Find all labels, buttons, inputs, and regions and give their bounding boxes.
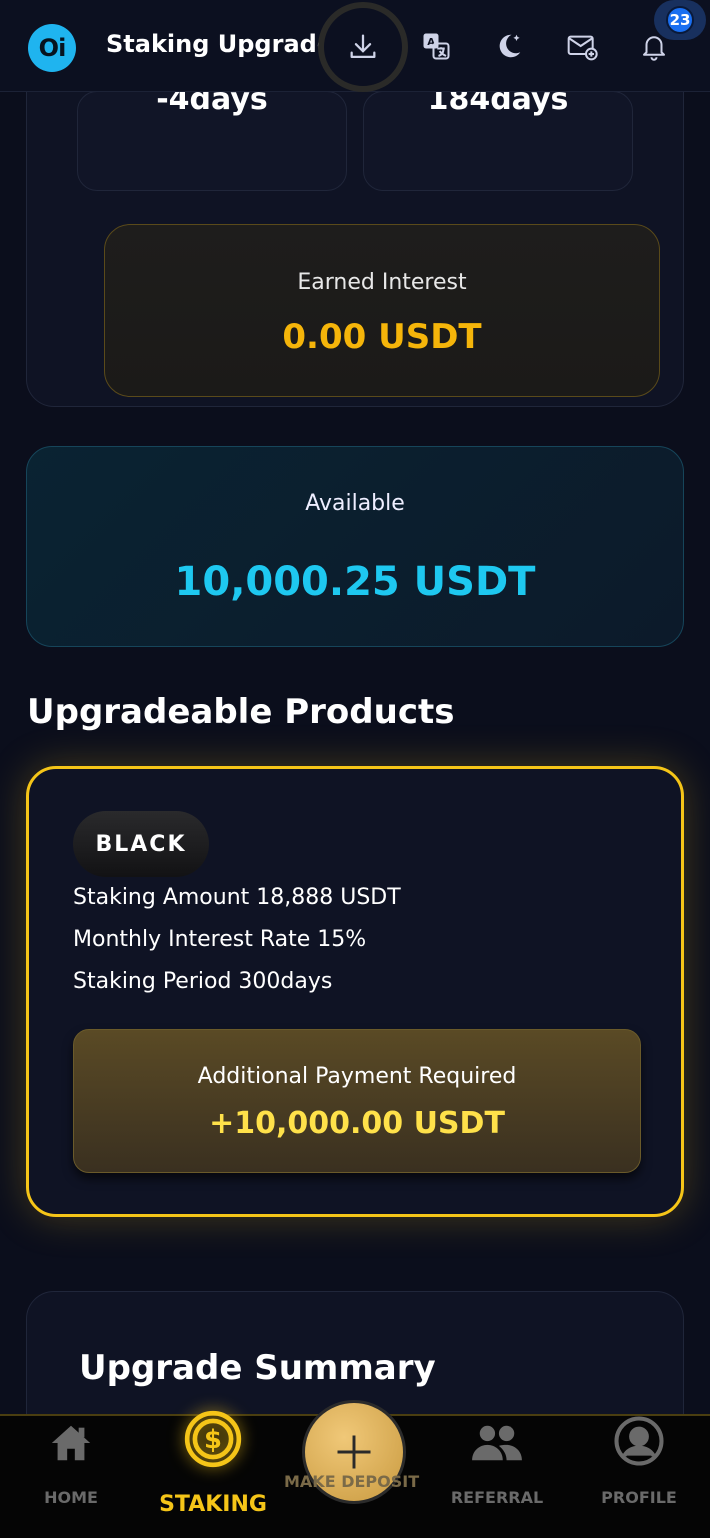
svg-text:$: $ <box>204 1425 222 1455</box>
make-deposit-label: MAKE DEPOSIT <box>284 1472 420 1491</box>
dollar-coin-icon: $ <box>184 1410 242 1468</box>
available-label: Available <box>305 491 405 516</box>
download-button[interactable] <box>318 2 408 92</box>
earned-interest-label: Earned Interest <box>297 270 467 295</box>
page-title: Staking Upgrade <box>106 30 334 58</box>
nav-referral[interactable]: REFERRAL <box>426 1416 568 1538</box>
nav-profile-label: PROFILE <box>601 1488 677 1507</box>
messages-button[interactable] <box>560 24 604 68</box>
nav-staking[interactable]: $ STAKING <box>142 1410 284 1538</box>
nav-profile[interactable]: PROFILE <box>568 1416 710 1538</box>
upgrade-summary-title: Upgrade Summary <box>79 1348 436 1388</box>
profile-icon <box>614 1416 664 1466</box>
app-logo[interactable]: Oi <box>28 24 76 72</box>
available-value: 10,000.25 USDT <box>174 559 536 605</box>
earned-interest-value: 0.00 USDT <box>282 317 482 357</box>
product-card-black[interactable]: BLACK Staking Amount 18,888 USDT Monthly… <box>26 766 684 1217</box>
upgradeable-products-title: Upgradeable Products <box>27 692 455 732</box>
staking-amount: Staking Amount 18,888 USDT <box>73 885 401 910</box>
earned-interest-box: Earned Interest 0.00 USDT <box>104 224 660 397</box>
home-icon <box>51 1425 91 1461</box>
monthly-interest-rate: Monthly Interest Rate 15% <box>73 927 367 952</box>
notification-badge: 23 <box>654 0 706 40</box>
users-icon <box>472 1425 522 1461</box>
additional-payment-box: Additional Payment Required +10,000.00 U… <box>73 1029 641 1173</box>
available-balance-card: Available 10,000.25 USDT <box>26 446 684 647</box>
notification-count: 23 <box>666 6 694 34</box>
theme-toggle-button[interactable] <box>487 24 531 68</box>
nav-home-label: HOME <box>44 1488 98 1507</box>
translate-button[interactable]: A <box>414 24 458 68</box>
translate-icon: A <box>423 33 450 60</box>
plus-icon <box>337 1435 371 1469</box>
app-header: Oi Staking Upgrade A 23 <box>0 0 710 92</box>
additional-payment-label: Additional Payment Required <box>197 1064 517 1089</box>
nav-home[interactable]: HOME <box>0 1416 142 1538</box>
nav-referral-label: REFERRAL <box>450 1488 544 1507</box>
bottom-nav: HOME $ STAKING MAKE DEPOSIT REFERRAL PRO… <box>0 1400 710 1538</box>
moon-icon <box>499 34 521 58</box>
nav-staking-label: STAKING <box>159 1492 267 1517</box>
download-icon <box>350 34 376 59</box>
mail-icon <box>567 35 598 61</box>
tier-badge: BLACK <box>73 811 209 877</box>
additional-payment-value: +10,000.00 USDT <box>209 1106 505 1141</box>
staking-period: Staking Period 300days <box>73 969 333 994</box>
